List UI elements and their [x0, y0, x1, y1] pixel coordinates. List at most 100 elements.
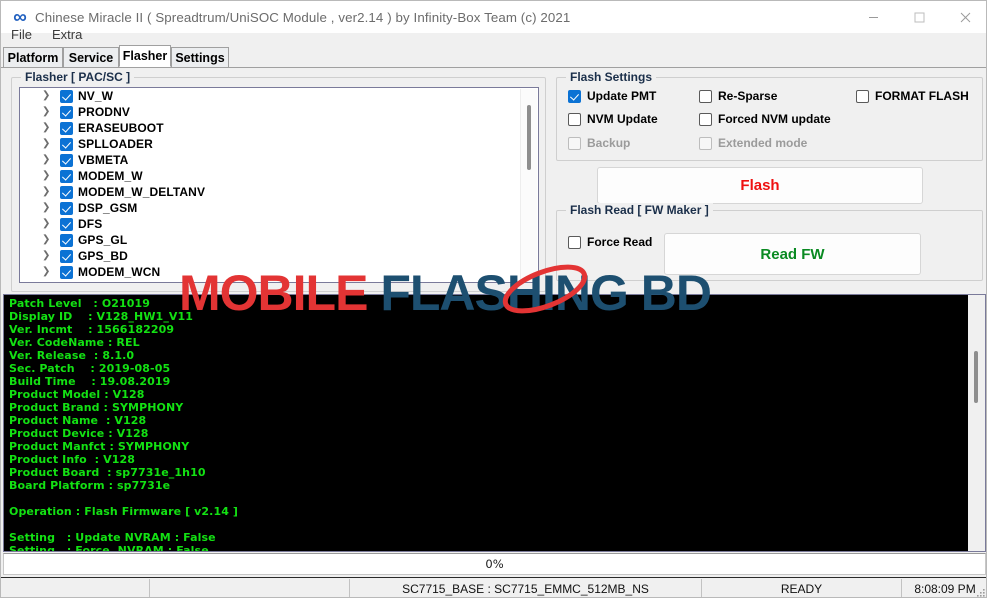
tree-item-checkbox[interactable] [60, 249, 73, 263]
tree-item-label: GPS_GL [78, 233, 128, 247]
chevron-right-icon[interactable]: ❯ [42, 251, 56, 261]
console-log[interactable]: Patch Level : O21019 Display ID : V128_HW… [3, 294, 986, 552]
tree-item-label: NV_W [78, 89, 114, 103]
tree-item-checkbox[interactable] [60, 169, 73, 183]
tab-flasher[interactable]: Flasher [119, 45, 171, 67]
console-scrollbar[interactable] [968, 295, 985, 551]
console-line: Setting : Force NVRAM : False [9, 544, 209, 552]
tree-item[interactable]: ❯ VBMETA [20, 152, 520, 168]
tree-item[interactable]: ❯ SPLLOADER [20, 136, 520, 152]
chevron-right-icon[interactable]: ❯ [42, 203, 56, 213]
console-line: Sec. Patch : 2019-08-05 [9, 362, 171, 375]
chevron-right-icon[interactable]: ❯ [42, 171, 56, 181]
tree-item-checkbox[interactable] [60, 185, 73, 199]
chevron-right-icon[interactable]: ❯ [42, 139, 56, 149]
tree-item-label: MODEM_WCN [78, 265, 161, 279]
title-bar: ∞ Chinese Miracle II ( Spreadtrum/UniSOC… [1, 1, 986, 33]
chevron-right-icon[interactable]: ❯ [42, 155, 56, 165]
tree-item[interactable]: ❯ GPS_GL [20, 232, 520, 248]
maximize-icon[interactable] [896, 1, 942, 33]
checkbox-label-format-flash: FORMAT FLASH [875, 89, 969, 103]
tree-item[interactable]: ❯ PRODNV [20, 104, 520, 120]
tab-service[interactable]: Service [63, 47, 119, 67]
checkbox-box-forced-nvm-update[interactable] [699, 112, 712, 126]
console-line: Product Board : sp7731e_1h10 [9, 466, 206, 479]
tree-item-checkbox[interactable] [60, 153, 73, 167]
status-cell-state: READY [780, 581, 823, 596]
tree-item[interactable]: ❯ MODEM_WCN [20, 264, 520, 280]
tree-item-label: GPS_BD [78, 249, 128, 263]
tree-item[interactable]: ❯ DFS [20, 216, 520, 232]
flash-read-group-caption: Flash Read [ FW Maker ] [566, 203, 713, 217]
tree-item-checkbox[interactable] [60, 105, 73, 119]
checkbox-box-nvm-update[interactable] [568, 112, 581, 126]
menu-item-extra[interactable]: Extra [42, 25, 92, 44]
scrollbar-thumb[interactable] [974, 351, 978, 403]
tree-item[interactable]: ❯ MODEM_W [20, 168, 520, 184]
tab-platform[interactable]: Platform [3, 47, 63, 67]
application-window: ∞ Chinese Miracle II ( Spreadtrum/UniSOC… [0, 0, 987, 598]
tree-item[interactable]: ❯ ERASEUBOOT [20, 120, 520, 136]
partition-tree[interactable]: ❯ NV_W ❯ PRODNV ❯ ERASEUBOOT ❯ SPLLOADER ❯ VBMETA… [19, 87, 539, 283]
partition-tree-scrollbar[interactable] [520, 89, 537, 282]
chevron-right-icon[interactable]: ❯ [42, 235, 56, 245]
console-line: Product Device : V128 [9, 427, 149, 440]
menu-bar: File Extra [1, 24, 92, 44]
minimize-icon[interactable] [850, 1, 896, 33]
tree-item[interactable]: ❯ GPS_BD [20, 248, 520, 264]
checkbox-label-nvm-update: NVM Update [587, 112, 658, 126]
console-line: Product Name : V128 [9, 414, 147, 427]
console-line: Display ID : V128_HW1_V11 [9, 310, 194, 323]
tree-item-checkbox[interactable] [60, 281, 73, 282]
scrollbar-thumb[interactable] [527, 105, 531, 170]
flash-button[interactable]: Flash [597, 167, 923, 204]
chevron-right-icon[interactable]: ❯ [42, 267, 56, 277]
checkbox-update-pmt[interactable]: Update PMT [568, 89, 656, 103]
checkbox-box-backup [568, 136, 581, 150]
checkbox-re-sparse[interactable]: Re-Sparse [699, 89, 777, 103]
chevron-right-icon[interactable]: ❯ [42, 91, 56, 101]
checkbox-forced-nvm-update[interactable]: Forced NVM update [699, 112, 831, 126]
tree-item[interactable]: ❯BOOT [20, 280, 520, 282]
tree-item-checkbox[interactable] [60, 217, 73, 231]
checkbox-box-update-pmt[interactable] [568, 89, 581, 103]
console-line: Ver. Release : 8.1.0 [9, 349, 135, 362]
resize-grip-icon[interactable] [974, 587, 986, 598]
close-icon[interactable] [942, 1, 986, 33]
tree-item[interactable]: ❯ NV_W [20, 88, 520, 104]
window-controls [850, 1, 986, 33]
status-cell-2 [150, 578, 349, 597]
tree-item[interactable]: ❯ MODEM_W_DELTANV [20, 184, 520, 200]
chevron-right-icon[interactable]: ❯ [42, 187, 56, 197]
tab-strip: Platform Service Flasher Settings [1, 45, 986, 68]
chevron-right-icon[interactable]: ❯ [42, 107, 56, 117]
tab-settings[interactable]: Settings [171, 47, 229, 67]
tree-item-checkbox[interactable] [60, 89, 73, 103]
checkbox-box-force-read[interactable] [568, 235, 581, 249]
checkbox-nvm-update[interactable]: NVM Update [568, 112, 658, 126]
flasher-group: Flasher [ PAC/SC ] ❯ NV_W ❯ PRODNV ❯ ERASEUBO… [11, 70, 546, 292]
status-bar: SC7715_BASE : SC7715_EMMC_512MB_NS READY… [1, 577, 986, 598]
checkbox-box-re-sparse[interactable] [699, 89, 712, 103]
tree-item-checkbox[interactable] [60, 137, 73, 151]
tree-item-checkbox[interactable] [60, 265, 73, 279]
console-log-lines: Patch Level : O21019 Display ID : V128_HW… [9, 297, 909, 552]
tree-item-checkbox[interactable] [60, 201, 73, 215]
checkbox-force-read[interactable]: Force Read [568, 235, 652, 249]
tree-item[interactable]: ❯ DSP_GSM [20, 200, 520, 216]
tree-item-checkbox[interactable] [60, 121, 73, 135]
tree-item-label: MODEM_W [78, 169, 143, 183]
checkbox-format-flash[interactable]: FORMAT FLASH [856, 89, 969, 103]
console-line: Board Platform : sp7731e [9, 479, 171, 492]
chevron-right-icon[interactable]: ❯ [42, 219, 56, 229]
progress-bar: 0% [3, 553, 986, 575]
status-cell-1 [1, 578, 149, 597]
tree-item-checkbox[interactable] [60, 233, 73, 247]
tree-item-label: DFS [78, 217, 103, 231]
flasher-group-caption: Flasher [ PAC/SC ] [21, 70, 135, 84]
read-fw-button[interactable]: Read FW [664, 233, 921, 275]
checkbox-box-format-flash[interactable] [856, 89, 869, 103]
chevron-right-icon[interactable]: ❯ [42, 123, 56, 133]
checkbox-extended-mode: Extended mode [699, 136, 807, 150]
menu-item-file[interactable]: File [1, 25, 42, 44]
